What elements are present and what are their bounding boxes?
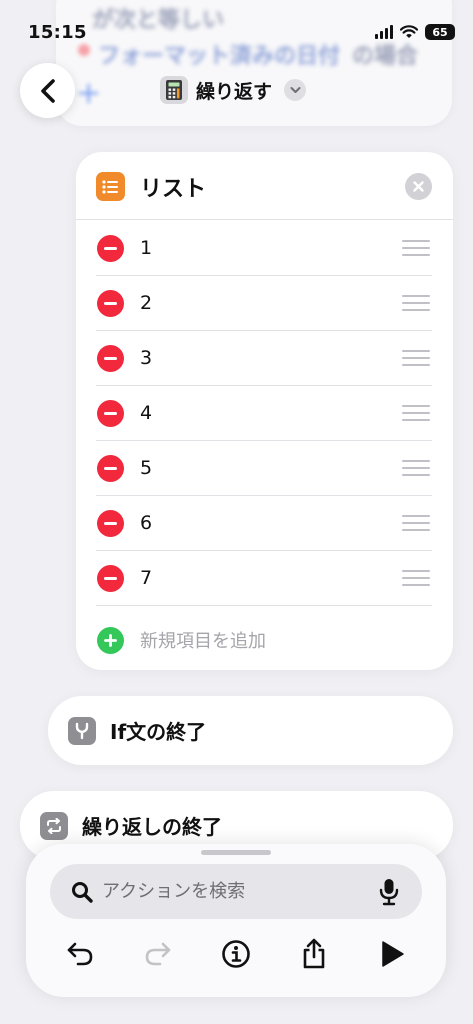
background-plus-icon: + xyxy=(76,76,102,111)
remove-action-button[interactable] xyxy=(405,173,432,200)
remove-item-button[interactable] xyxy=(97,510,124,537)
remove-item-button[interactable] xyxy=(97,565,124,592)
branch-icon xyxy=(68,716,96,745)
list-item: 6 xyxy=(96,496,432,551)
undo-button[interactable] xyxy=(62,936,98,972)
background-dot xyxy=(78,44,90,56)
drag-handle-icon[interactable] xyxy=(402,405,430,421)
background-text: が次と等しい xyxy=(92,8,225,33)
drag-handle-icon[interactable] xyxy=(402,460,430,476)
cellular-signal-icon xyxy=(375,25,393,39)
redo-button[interactable] xyxy=(140,936,176,972)
remove-item-button[interactable] xyxy=(97,345,124,372)
repeat-end-label: 繰り返しの終了 xyxy=(82,815,222,839)
list-item: 2 xyxy=(96,276,432,331)
list-item-value[interactable]: 7 xyxy=(140,567,152,589)
sheet-grabber[interactable] xyxy=(201,850,271,855)
battery-indicator: 65 xyxy=(425,24,455,40)
back-button[interactable] xyxy=(20,63,75,118)
drag-handle-icon[interactable] xyxy=(402,515,430,531)
minus-circle-icon xyxy=(104,357,117,360)
list-icon xyxy=(96,172,125,201)
plus-circle-icon xyxy=(97,626,124,654)
list-item-value[interactable]: 2 xyxy=(140,292,152,314)
calculator-icon xyxy=(160,76,188,104)
status-time: 15:15 xyxy=(28,22,87,43)
minus-circle-icon xyxy=(104,302,117,305)
chevron-left-icon xyxy=(40,78,55,103)
list-item-value[interactable]: 6 xyxy=(140,512,152,534)
share-icon xyxy=(303,938,325,969)
list-card-title: リスト xyxy=(140,177,207,202)
minus-circle-icon xyxy=(104,577,117,580)
search-bar[interactable] xyxy=(50,864,422,919)
remove-item-button[interactable] xyxy=(97,235,124,262)
drag-handle-icon[interactable] xyxy=(402,295,430,311)
wifi-icon xyxy=(400,25,418,38)
run-button[interactable] xyxy=(374,936,410,972)
list-item-value[interactable]: 1 xyxy=(140,237,152,259)
list-item-value[interactable]: 5 xyxy=(140,457,152,479)
if-end-label: If文の終了 xyxy=(110,720,207,744)
search-icon xyxy=(72,881,93,903)
background-text: の場合 xyxy=(352,44,419,69)
minus-circle-icon xyxy=(104,522,117,525)
list-action-card: リスト 1 2 3 4 5 6 7 新規項目を追加 xyxy=(76,152,453,670)
remove-item-button[interactable] xyxy=(97,290,124,317)
action-search-sheet xyxy=(26,844,446,997)
share-button[interactable] xyxy=(296,936,332,972)
play-icon xyxy=(382,941,404,967)
microphone-icon[interactable] xyxy=(378,878,400,906)
close-icon xyxy=(413,181,424,192)
list-item: 3 xyxy=(96,331,432,386)
add-item-label: 新規項目を追加 xyxy=(140,631,266,652)
shortcut-title-menu[interactable]: 繰り返す xyxy=(160,76,307,104)
chevron-down-icon xyxy=(284,79,307,101)
redo-icon xyxy=(145,942,171,966)
minus-circle-icon xyxy=(104,412,117,415)
remove-item-button[interactable] xyxy=(97,400,124,427)
search-input[interactable] xyxy=(102,881,372,902)
list-item: 4 xyxy=(96,386,432,441)
remove-item-button[interactable] xyxy=(97,455,124,482)
add-item-button[interactable]: 新規項目を追加 xyxy=(96,622,266,658)
list-item-value[interactable]: 4 xyxy=(140,402,152,424)
editor-toolbar xyxy=(26,932,446,976)
background-text: フォーマット済みの日付 xyxy=(98,44,341,69)
minus-circle-icon xyxy=(104,467,117,470)
drag-handle-icon[interactable] xyxy=(402,240,430,256)
page-title: 繰り返す xyxy=(196,80,273,103)
repeat-icon xyxy=(40,811,68,840)
status-icons: 65 xyxy=(375,24,455,40)
drag-handle-icon[interactable] xyxy=(402,350,430,366)
list-item: 5 xyxy=(96,441,432,496)
list-item: 1 xyxy=(96,221,432,276)
list-card-header: リスト xyxy=(76,152,453,220)
drag-handle-icon[interactable] xyxy=(402,570,430,586)
undo-icon xyxy=(67,942,93,966)
minus-circle-icon xyxy=(104,247,117,250)
if-end-block[interactable]: If文の終了 xyxy=(48,696,453,765)
list-item-value[interactable]: 3 xyxy=(140,347,152,369)
info-button[interactable] xyxy=(218,936,254,972)
list-item: 7 xyxy=(96,551,432,606)
info-icon xyxy=(222,940,250,968)
